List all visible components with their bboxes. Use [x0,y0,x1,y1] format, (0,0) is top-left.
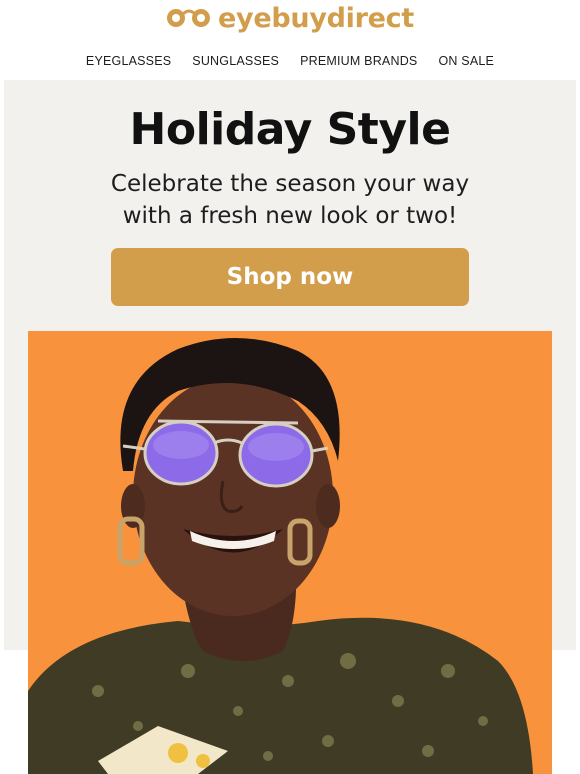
shop-now-button[interactable]: Shop now [111,248,469,306]
hero-subtitle-line-1: Celebrate the season your way [110,171,470,197]
right-ear [316,484,340,528]
email-header: eyebuydirect EYEGLASSES SUNGLASSES PREMI… [0,0,580,80]
nav-sunglasses[interactable]: SUNGLASSES [182,50,290,72]
glasses-logo-icon [167,9,211,27]
face [133,376,333,616]
brand-logo[interactable]: eyebuydirect [0,0,580,36]
main-nav: EYEGLASSES SUNGLASSES PREMIUM BRANDS ON … [0,50,580,72]
brand-name: eyebuydirect [218,2,414,34]
hero-subtitle-line-2: with a fresh new look or two! [122,203,458,229]
nav-premium-brands[interactable]: PREMIUM BRANDS [290,50,428,72]
hero-model-photo[interactable] [28,331,552,774]
nav-on-sale[interactable]: ON SALE [428,50,505,72]
hero-subtitle: Celebrate the season your way with a fre… [4,168,576,232]
hero-title: Holiday Style [129,104,451,155]
model-illustration [28,331,552,774]
nav-eyeglasses[interactable]: EYEGLASSES [75,50,181,72]
